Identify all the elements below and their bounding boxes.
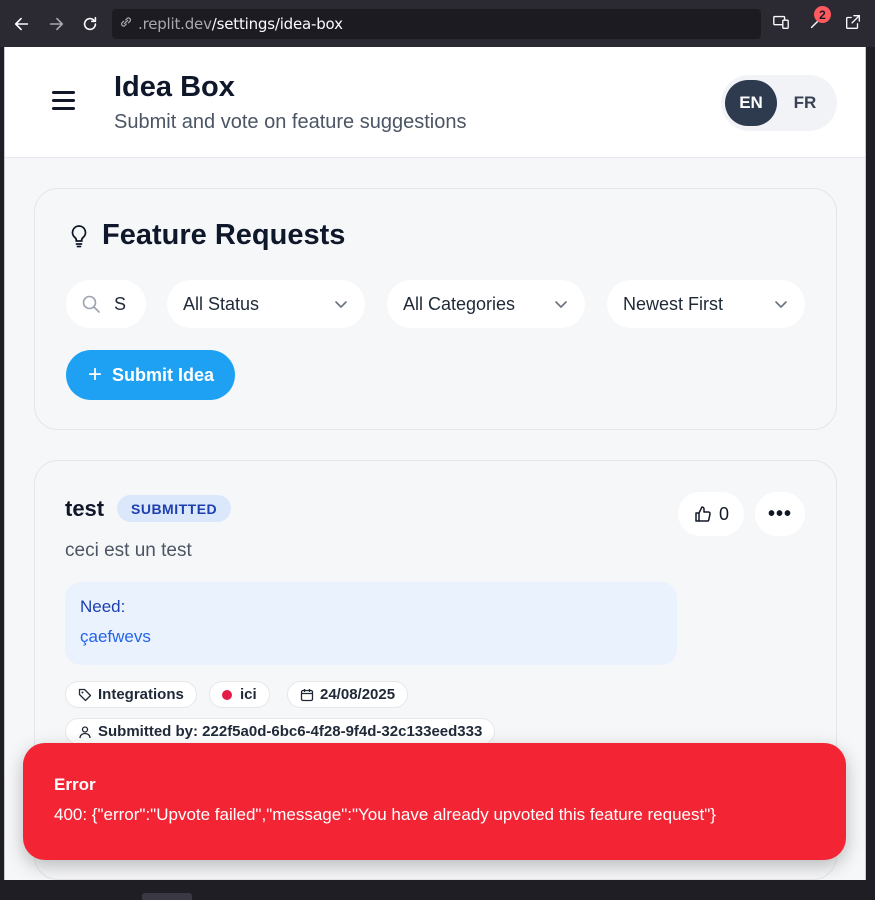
sort-select[interactable]: Newest First xyxy=(607,280,805,328)
page-subtitle: Submit and vote on feature suggestions xyxy=(114,111,467,133)
section-title: Feature Requests xyxy=(68,219,345,252)
need-box: Need: çaefwevs xyxy=(65,582,677,665)
chevron-down-icon xyxy=(775,301,787,308)
language-en-button[interactable]: EN xyxy=(725,80,777,126)
location-tag: ici xyxy=(209,681,270,708)
plus-icon: + xyxy=(88,361,103,388)
need-label: Need: xyxy=(80,597,126,616)
search-input[interactable]: S xyxy=(66,280,146,328)
toast-message: 400: {"error":"Upvote failed","message":… xyxy=(54,805,716,824)
language-fr-button[interactable]: FR xyxy=(779,80,831,126)
thumbs-up-icon xyxy=(695,506,711,522)
taskbar xyxy=(0,880,875,900)
search-value: S xyxy=(114,293,127,314)
url-text: .replit.dev/settings/idea-box xyxy=(138,15,343,33)
search-icon xyxy=(82,295,100,313)
request-title: test xyxy=(65,496,105,521)
app-header: Idea Box Submit and vote on feature sugg… xyxy=(5,47,865,158)
forward-icon[interactable] xyxy=(44,12,68,36)
responsive-design-icon[interactable] xyxy=(769,10,793,34)
open-external-icon[interactable] xyxy=(841,10,865,34)
need-value: çaefwevs xyxy=(80,627,151,646)
category-tag: Integrations xyxy=(65,681,197,708)
url-bar[interactable]: .replit.dev/settings/idea-box xyxy=(112,9,761,39)
user-icon xyxy=(79,725,91,738)
filters-card: Feature Requests S All Status All Catego… xyxy=(34,188,837,430)
chevron-down-icon xyxy=(555,301,567,308)
date-tag: 24/08/2025 xyxy=(287,681,409,708)
tag-icon xyxy=(78,688,92,701)
page-title: Idea Box xyxy=(114,71,235,103)
status-select[interactable]: All Status xyxy=(167,280,365,328)
error-toast[interactable]: Error 400: {"error":"Upvote failed","mes… xyxy=(23,743,846,860)
taskbar-item[interactable] xyxy=(142,893,192,900)
lightbulb-icon xyxy=(71,224,87,247)
submit-idea-button[interactable]: + Submit Idea xyxy=(66,350,235,400)
status-badge: SUBMITTED xyxy=(117,495,232,522)
toast-title: Error xyxy=(54,775,96,794)
link-icon xyxy=(118,14,134,35)
upvote-button[interactable]: 0 xyxy=(678,492,744,536)
category-select[interactable]: All Categories xyxy=(387,280,585,328)
chevron-down-icon xyxy=(335,301,347,308)
back-icon[interactable] xyxy=(10,12,34,36)
extensions-icon[interactable]: 2 xyxy=(805,6,831,34)
calendar-icon xyxy=(300,688,314,701)
browser-toolbar: .replit.dev/settings/idea-box 2 xyxy=(0,0,875,47)
reload-icon[interactable] xyxy=(78,12,102,36)
more-icon: ••• xyxy=(767,502,792,525)
more-options-button[interactable]: ••• xyxy=(755,492,805,536)
vote-count: 0 xyxy=(718,503,729,524)
pin-icon xyxy=(222,689,232,700)
extensions-badge: 2 xyxy=(814,6,831,23)
submitter-tag: Submitted by: 222f5a0d-6bc6-4f28-9f4d-32… xyxy=(65,718,496,745)
menu-icon[interactable] xyxy=(52,91,76,115)
request-description: ceci est un test xyxy=(65,540,192,561)
language-toggle: EN FR xyxy=(721,75,837,131)
